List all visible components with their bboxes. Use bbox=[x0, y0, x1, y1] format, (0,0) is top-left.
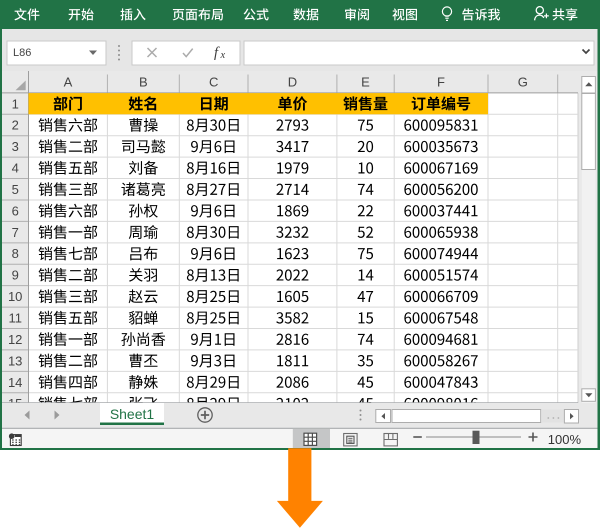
svg-text:8: 8 bbox=[12, 246, 19, 261]
svg-text:1: 1 bbox=[12, 96, 19, 111]
svg-text:11: 11 bbox=[8, 311, 22, 326]
svg-text:C: C bbox=[209, 75, 218, 90]
svg-text:L86: L86 bbox=[13, 47, 31, 59]
svg-text:2: 2 bbox=[12, 118, 19, 133]
svg-text:x: x bbox=[220, 50, 226, 61]
svg-text:D: D bbox=[288, 75, 297, 90]
svg-text:4: 4 bbox=[12, 161, 19, 176]
svg-text:10: 10 bbox=[8, 289, 22, 304]
svg-text:7: 7 bbox=[12, 225, 19, 240]
svg-text:14: 14 bbox=[8, 375, 22, 390]
svg-text:12: 12 bbox=[8, 332, 22, 347]
svg-text:A: A bbox=[64, 75, 73, 90]
svg-text:3: 3 bbox=[12, 139, 19, 154]
svg-text:G: G bbox=[518, 75, 528, 90]
svg-text:B: B bbox=[139, 75, 148, 90]
svg-text:13: 13 bbox=[8, 353, 22, 368]
svg-text:5: 5 bbox=[12, 182, 19, 197]
svg-text:F: F bbox=[437, 75, 445, 90]
svg-text:9: 9 bbox=[12, 268, 19, 283]
svg-text:Sheet1: Sheet1 bbox=[110, 406, 155, 422]
svg-text:6: 6 bbox=[12, 203, 19, 218]
svg-text:100%: 100% bbox=[548, 432, 582, 447]
svg-text:E: E bbox=[361, 75, 370, 90]
